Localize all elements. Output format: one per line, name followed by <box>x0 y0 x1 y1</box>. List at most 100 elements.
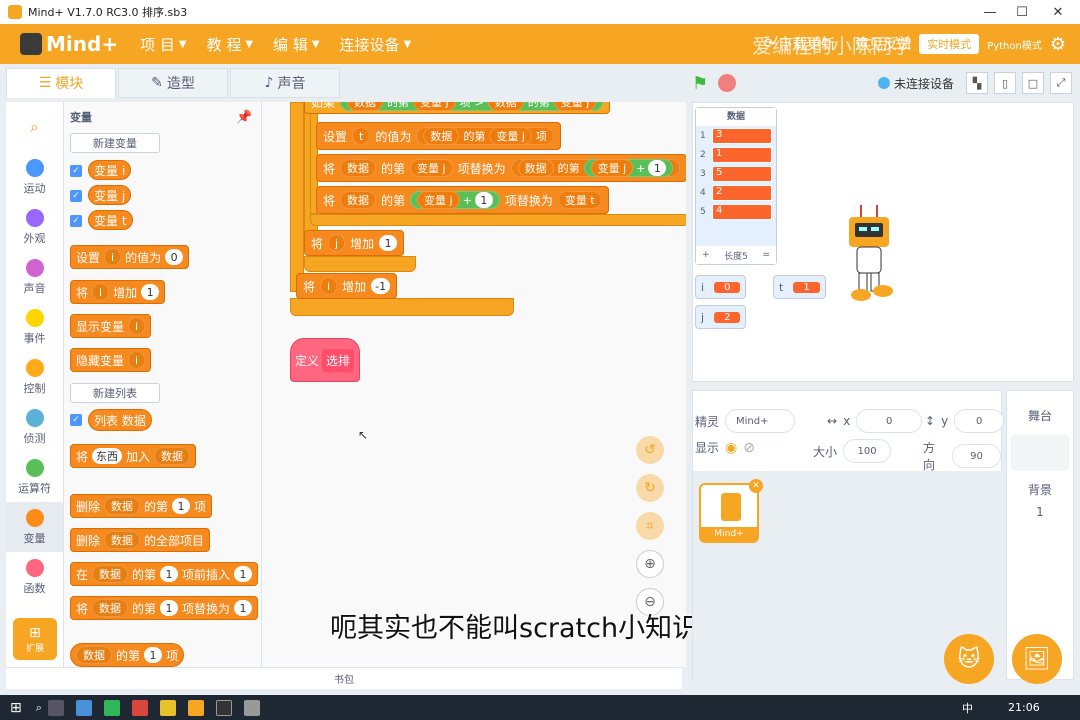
size-row: 大小 100 <box>813 439 892 463</box>
delete-sprite-icon[interactable]: ✕ <box>749 479 763 493</box>
list-data-checkbox[interactable]: ✓ <box>70 414 82 426</box>
menu-connect-device[interactable]: 连接设备 ▼ <box>340 34 412 55</box>
category-operators[interactable]: 运算符 <box>6 452 63 502</box>
large-stage-icon[interactable]: ▯ <box>994 72 1016 94</box>
script-canvas[interactable]: 如果 数据 的第 变量 j项 > 数据 的第 变量 j 设置 t 的值为 数据 的第 变量 j项… <box>262 102 686 667</box>
tab-sounds[interactable]: ♪ 声音 <box>230 68 340 98</box>
set-t-block[interactable]: 设置 t 的值为 数据 的第 变量 j项 <box>316 122 561 150</box>
eye-hidden-icon[interactable]: ⊘ <box>743 440 755 456</box>
insert-item-block[interactable]: 在数据 的第 1 项前插入 1 <box>70 562 259 586</box>
tab-blocks[interactable]: ☰ 模块 <box>6 68 116 98</box>
mindplus-robot-sprite[interactable] <box>841 203 897 303</box>
redo-icon[interactable]: ↻ <box>636 474 664 502</box>
x-input[interactable]: 0 <box>856 409 923 433</box>
sprite-name-input[interactable]: Mind+ <box>725 409 796 433</box>
category-variables[interactable]: 变量 <box>6 502 63 552</box>
stop-icon[interactable] <box>718 74 736 92</box>
mindplus-taskbar-icon[interactable] <box>187 699 204 716</box>
x-arrows-icon: ↔ <box>827 414 838 428</box>
category-sensing[interactable]: 侦测 <box>6 402 63 452</box>
size-input[interactable]: 100 <box>843 439 892 463</box>
category-looks[interactable]: 外观 <box>6 202 63 252</box>
list-resize-handle[interactable]: = <box>762 250 770 260</box>
new-list-button[interactable]: 新建列表 <box>70 383 160 403</box>
var-j-reporter[interactable]: 变量 j <box>88 185 132 205</box>
if-condition-block[interactable]: 如果 数据 的第 变量 j项 > 数据 的第 变量 j <box>304 102 611 114</box>
set-variable-block[interactable]: 设置 i 的值为 0 <box>70 245 190 269</box>
var-i-reporter[interactable]: 变量 i <box>88 160 132 180</box>
settings-gear-icon[interactable]: ⚙ <box>1050 34 1066 55</box>
add-backdrop-icon[interactable]: 🖼 <box>1012 634 1062 684</box>
extension-button[interactable]: ⊞ 扩展 <box>13 618 57 660</box>
maximize-button[interactable]: ☐ <box>1004 0 1040 24</box>
list-data-reporter[interactable]: 列表 数据 <box>88 409 152 431</box>
sprite-thumbnail[interactable]: Mind+ ✕ <box>699 479 763 543</box>
capcut-icon[interactable] <box>215 699 232 716</box>
new-variable-button[interactable]: 新建变量 <box>70 133 160 153</box>
windows-start-icon[interactable]: ⊞ <box>10 700 22 716</box>
input-language[interactable]: 中 <box>962 700 973 716</box>
category-control[interactable]: 控制 <box>6 352 63 402</box>
zoom-in-icon[interactable]: ⊕ <box>636 550 664 578</box>
menu-project[interactable]: 项 目 ▼ <box>140 34 186 55</box>
delete-item-block[interactable]: 删除 数据 的第 1 项 <box>70 494 213 518</box>
hide-variable-block[interactable]: 隐藏变量 i <box>70 348 152 372</box>
var-t-checkbox[interactable]: ✓ <box>70 215 82 227</box>
task-view-icon[interactable] <box>47 699 64 716</box>
wechat-icon[interactable] <box>103 699 120 716</box>
item-of-list-reporter[interactable]: 数据 的第 1 项 <box>70 643 185 667</box>
menu-tutorial[interactable]: 教 程 ▼ <box>207 34 253 55</box>
tab-costumes[interactable]: ✎ 造型 <box>118 68 228 98</box>
cleanup-icon[interactable]: ⌗ <box>636 512 664 540</box>
undo-icon[interactable]: ↺ <box>636 436 664 464</box>
realtime-mode-button[interactable]: 实时模式 <box>919 34 980 54</box>
stage-mode-icon[interactable]: □ <box>1022 72 1044 94</box>
green-flag-icon[interactable]: ⚑ <box>692 70 708 96</box>
connection-status[interactable]: 未连接设备 <box>878 70 954 96</box>
replace-j-plus-one-block[interactable]: 将数据 的第 变量 j +1 项替换为 变量 t <box>316 186 609 214</box>
change-j-block[interactable]: 将 j 增加 1 <box>304 230 405 256</box>
define-procedure-block[interactable]: 定义 选排 <box>290 338 360 382</box>
list-add-button[interactable]: + <box>702 250 710 260</box>
delete-all-block[interactable]: 删除 数据 的全部项目 <box>70 528 211 552</box>
minimize-button[interactable]: — <box>972 0 1008 24</box>
y-input[interactable]: 0 <box>954 409 1005 433</box>
var-t-reporter[interactable]: 变量 t <box>88 210 133 230</box>
clock[interactable]: 21:06 <box>1008 701 1040 714</box>
pin-icon[interactable]: 📌 <box>236 110 252 125</box>
change-i-block[interactable]: 将 i 增加 -1 <box>296 273 398 299</box>
category-functions[interactable]: 函数 <box>6 552 63 602</box>
category-motion[interactable]: 运动 <box>6 152 63 202</box>
fullscreen-icon[interactable]: ⤢ <box>1050 72 1072 94</box>
chrome-icon[interactable] <box>131 699 148 716</box>
stage-area[interactable]: 数据 13 21 35 42 54 + 长度5 = i0 t1 j2 <box>692 102 1074 382</box>
replace-j-block[interactable]: 将数据 的第 变量 j 项替换为 数据 的第 变量 j +1 <box>316 154 686 182</box>
python-mode-toggle[interactable]: Python模式 <box>987 37 1042 52</box>
replace-item-block[interactable]: 将数据 的第 1 项替换为 1 <box>70 596 259 620</box>
stage-thumbnail[interactable] <box>1011 435 1069 471</box>
backdrop-count: 1 <box>1036 505 1044 519</box>
var-i-checkbox[interactable]: ✓ <box>70 165 82 177</box>
app-icon[interactable] <box>243 699 260 716</box>
taskbar-search-icon[interactable]: ⌕ <box>36 701 42 715</box>
category-events[interactable]: 事件 <box>6 302 63 352</box>
eye-visible-icon[interactable]: ◉ <box>725 440 737 456</box>
menu-bar: Mind+ 项 目 ▼ 教 程 ▼ 编 辑 ▼ 连接设备 ▼ ⟳ 下载更新 意见反馈 实时… <box>0 24 1080 64</box>
edge-icon[interactable] <box>75 699 92 716</box>
add-sprite-icon[interactable]: 🐱 <box>944 634 994 684</box>
show-variable-block[interactable]: 显示变量 i <box>70 314 152 338</box>
category-sound[interactable]: 声音 <box>6 252 63 302</box>
close-button[interactable]: ✕ <box>1040 0 1076 24</box>
list-row: 35 <box>696 164 776 183</box>
add-to-list-block[interactable]: 将东西 加入 数据 <box>70 444 197 468</box>
search-icon[interactable]: ⌕ <box>6 102 63 152</box>
operators-dot-icon <box>25 458 44 477</box>
var-j-checkbox[interactable]: ✓ <box>70 190 82 202</box>
direction-input[interactable]: 90 <box>952 444 1001 468</box>
change-variable-block[interactable]: 将 i 增加 1 <box>70 280 166 304</box>
backpack-bar[interactable]: 书包 <box>6 667 682 689</box>
menu-edit[interactable]: 编 辑 ▼ <box>273 34 319 55</box>
app-icon <box>8 5 22 19</box>
explorer-icon[interactable] <box>159 699 176 716</box>
small-stage-icon[interactable]: ▚ <box>966 72 988 94</box>
